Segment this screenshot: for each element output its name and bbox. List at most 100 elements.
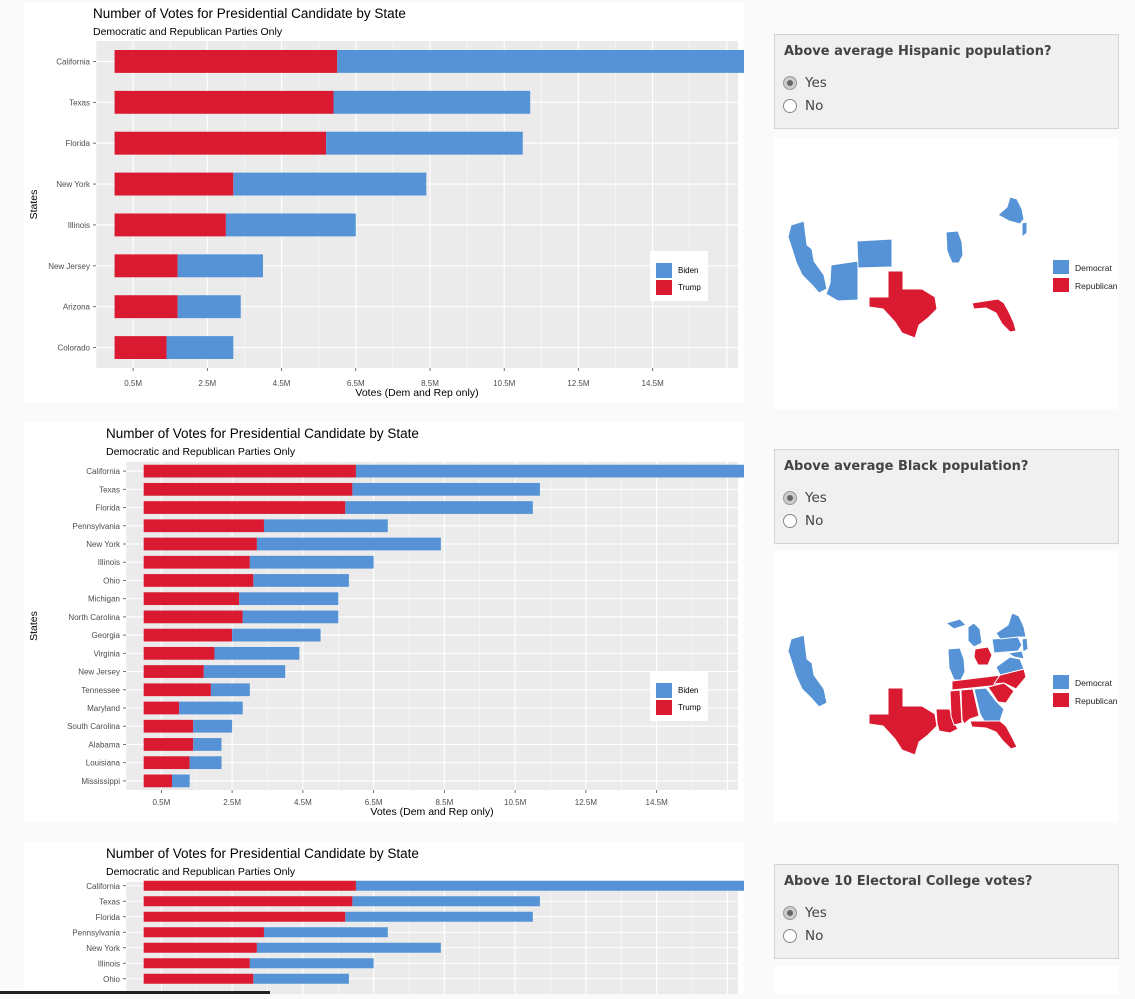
x-tick-label: 12.5M xyxy=(575,798,598,807)
bar-trump xyxy=(143,896,353,907)
map-state-ohio xyxy=(973,646,993,666)
bar-biden xyxy=(337,49,750,73)
radio-checked-icon[interactable] xyxy=(783,491,797,505)
bar-trump xyxy=(114,131,327,155)
electoral-yes-label: Yes xyxy=(805,905,827,921)
bar-biden xyxy=(263,519,388,533)
bar-trump xyxy=(143,537,257,551)
chart-title: Number of Votes for Presidential Candida… xyxy=(106,846,419,861)
y-tick-label: New York xyxy=(86,944,121,953)
bar-biden xyxy=(263,927,388,938)
map-state-michigan xyxy=(944,618,983,648)
x-tick-label: 4.5M xyxy=(294,798,312,807)
bar-biden xyxy=(189,756,222,770)
bar-biden xyxy=(249,958,374,969)
bar-trump xyxy=(114,295,178,319)
map-state-california xyxy=(787,634,828,708)
y-tick-label: California xyxy=(86,882,120,891)
bar-trump xyxy=(143,958,250,969)
map-panel-1: Democrat Republican xyxy=(774,137,1119,409)
bar-trump xyxy=(143,610,243,624)
bar-biden xyxy=(193,719,233,733)
map-state-texas xyxy=(868,270,938,339)
x-tick-label: 14.5M xyxy=(646,798,669,807)
map-panel-3 xyxy=(774,966,1119,994)
legend-republican-swatch xyxy=(1053,278,1069,292)
legend-biden-label: Biden xyxy=(678,266,698,275)
bar-trump xyxy=(143,628,233,642)
chart-panel-2: Number of Votes for Presidential Candida… xyxy=(24,422,749,822)
radio-checked-icon[interactable] xyxy=(783,76,797,90)
legend-biden-swatch xyxy=(656,683,672,698)
bar-biden xyxy=(253,574,349,587)
electoral-no-radio[interactable]: No xyxy=(783,928,823,944)
y-tick-label: Virginia xyxy=(93,649,120,658)
electoral-filter-label: Above 10 Electoral College votes? xyxy=(784,874,1033,889)
bar-biden xyxy=(177,295,241,319)
bar-biden xyxy=(242,610,339,624)
hispanic-yes-radio[interactable]: Yes xyxy=(783,75,827,91)
y-tick-label: Illinois xyxy=(98,558,120,567)
hispanic-yes-label: Yes xyxy=(805,75,827,91)
radio-unchecked-icon[interactable] xyxy=(783,929,797,943)
map-state-florida xyxy=(971,298,1017,333)
legend-republican-label: Republican xyxy=(1075,696,1118,706)
bar-biden xyxy=(214,646,300,660)
chart-panel-3: Number of Votes for Presidential Candida… xyxy=(24,842,749,994)
electoral-yes-radio[interactable]: Yes xyxy=(783,905,827,921)
y-tick-label: Texas xyxy=(99,897,120,906)
radio-checked-icon[interactable] xyxy=(783,906,797,920)
hispanic-filter-panel: Above average Hispanic population? Yes N… xyxy=(774,34,1119,129)
map-state-illinois xyxy=(947,647,966,681)
y-tick-label: Alabama xyxy=(88,740,120,749)
bar-trump xyxy=(114,172,234,196)
x-tick-label: 0.5M xyxy=(152,798,170,807)
bar-trump xyxy=(143,482,353,496)
black-yes-label: Yes xyxy=(805,490,827,506)
y-tick-label: Illinois xyxy=(68,221,90,230)
y-tick-label: Arizona xyxy=(63,303,91,312)
y-tick-label: Colorado xyxy=(58,344,91,353)
y-tick-label: Tennessee xyxy=(81,686,120,695)
radio-unchecked-icon[interactable] xyxy=(783,514,797,528)
bar-biden xyxy=(355,880,749,891)
map-state-mississippi xyxy=(949,689,963,726)
x-tick-label: 12.5M xyxy=(567,379,590,388)
map-panel-2: Democrat Republican xyxy=(774,551,1119,823)
chart-subtitle: Democratic and Republican Parties Only xyxy=(106,866,296,878)
bar-trump xyxy=(143,719,194,733)
bar-biden xyxy=(166,336,234,360)
hispanic-no-radio[interactable]: No xyxy=(783,98,823,114)
bar-trump xyxy=(143,646,215,660)
bar-biden xyxy=(253,973,349,984)
map-state-new-jersey xyxy=(1021,221,1028,239)
y-tick-label: North Carolina xyxy=(68,613,120,622)
legend-democrat-swatch xyxy=(1053,675,1069,689)
bar-trump xyxy=(143,738,194,751)
x-tick-label: 4.5M xyxy=(273,379,291,388)
y-tick-label: Mississippi xyxy=(81,777,120,786)
y-tick-label: Pennsylvania xyxy=(72,928,120,937)
bar-biden xyxy=(352,896,540,907)
x-tick-label: 2.5M xyxy=(198,379,216,388)
legend-democrat-swatch xyxy=(1053,260,1069,274)
bar-biden xyxy=(193,738,222,751)
legend-trump-label: Trump xyxy=(678,283,701,292)
map-state-arizona xyxy=(825,260,859,302)
electoral-filter-panel: Above 10 Electoral College votes? Yes No xyxy=(774,864,1119,959)
radio-unchecked-icon[interactable] xyxy=(783,99,797,113)
y-tick-label: Pennsylvania xyxy=(72,522,120,531)
y-tick-label: South Carolina xyxy=(67,722,120,731)
map-state-texas xyxy=(868,687,938,756)
black-yes-radio[interactable]: Yes xyxy=(783,490,827,506)
bar-chart-2: Number of Votes for Presidential Candida… xyxy=(28,426,749,818)
y-tick-label: Texas xyxy=(69,98,90,107)
chart-title: Number of Votes for Presidential Candida… xyxy=(93,6,406,21)
black-no-radio[interactable]: No xyxy=(783,513,823,529)
y-tick-label: Texas xyxy=(99,485,120,494)
bar-biden xyxy=(171,774,190,788)
bar-biden xyxy=(326,131,523,155)
legend-trump-swatch xyxy=(656,280,672,295)
legend-biden-label: Biden xyxy=(678,686,698,695)
bar-trump xyxy=(143,501,346,514)
